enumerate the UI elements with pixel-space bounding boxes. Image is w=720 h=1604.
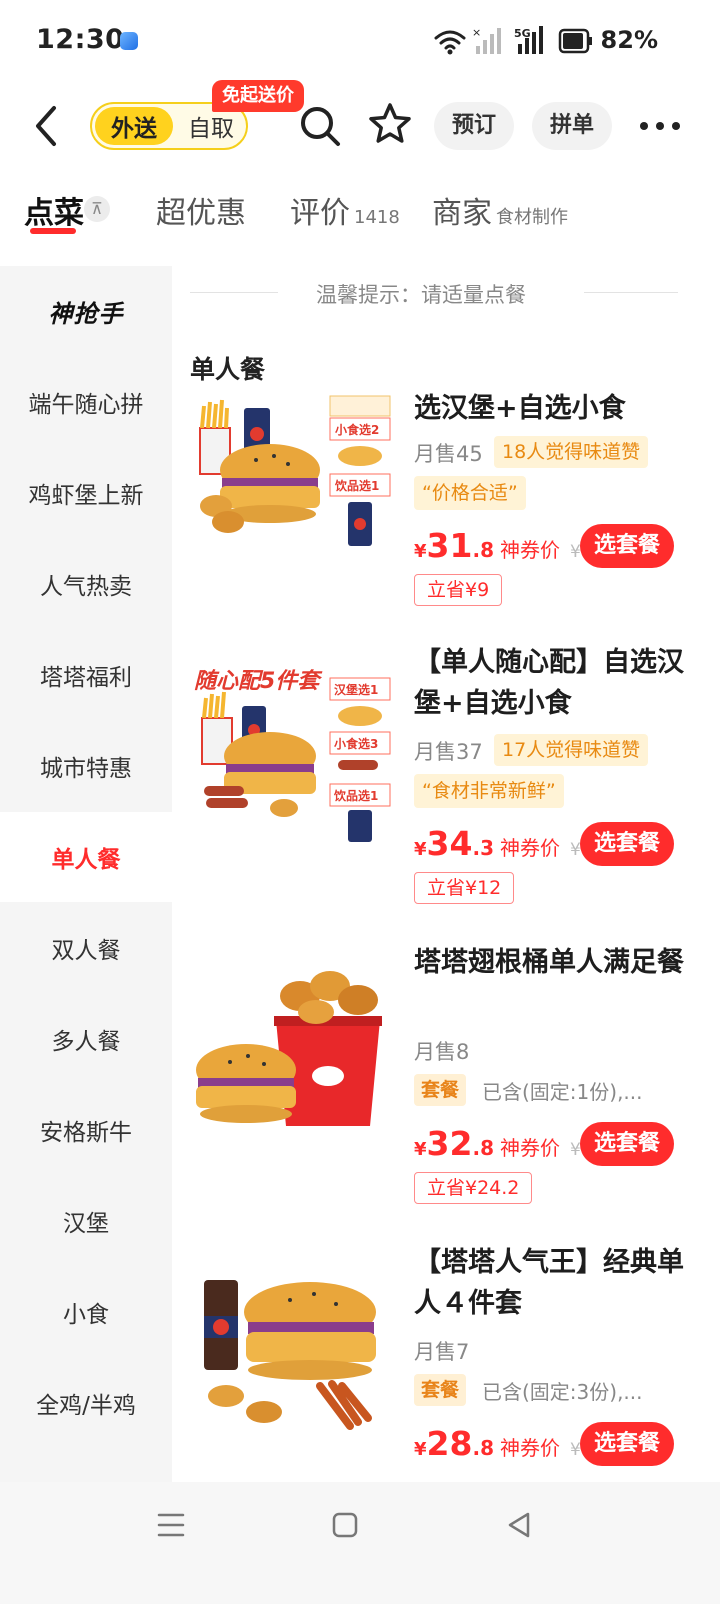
sidebar-item-active[interactable]: 单人餐 xyxy=(0,812,172,902)
tip-divider-right xyxy=(584,292,678,293)
star-favorite-icon[interactable] xyxy=(366,100,414,148)
select-set-button[interactable]: 选套餐 xyxy=(580,1422,674,1466)
wifi-icon xyxy=(434,30,466,50)
tip-divider-left xyxy=(190,292,278,293)
signal-icons: × 5G xyxy=(434,26,592,55)
item-price: ¥31.8 神券价 ¥ xyxy=(414,526,581,565)
savings-tag: 立省¥9 xyxy=(414,574,503,606)
category-sidebar: 神抢手 端午随心拼 鸡虾堡上新 人气热卖 塔塔福利 城市特惠 单人餐 双人餐 多… xyxy=(0,266,172,1482)
item-image[interactable]: 随心配5件套 汉堡选1 小食选3 饮品选1 xyxy=(190,656,394,846)
free-delivery-tag: 免起送价 xyxy=(212,80,304,112)
tab-merchant[interactable]: 商家 食材制作 xyxy=(432,188,568,232)
mode-delivery[interactable]: 外送 xyxy=(95,107,173,145)
sidebar-logo[interactable]: 神抢手 xyxy=(0,266,172,356)
sidebar-item[interactable]: 人气热卖 xyxy=(0,539,172,629)
image-label: 饮品选1 xyxy=(333,788,378,803)
tab-order[interactable]: 点菜 xyxy=(24,188,84,232)
status-time: 12:30 xyxy=(36,24,125,55)
item-image[interactable]: 小食选2 饮品选1 xyxy=(190,394,394,558)
sidebar-item[interactable]: 鸡虾堡上新 xyxy=(0,448,172,538)
battery-percent: 82% xyxy=(600,26,658,54)
menu-item-card[interactable]: 【塔塔人气王】经典单人４件套 月售7 套餐 已含(固定:3份),... ¥28.… xyxy=(190,1240,690,1482)
home-icon[interactable] xyxy=(330,1510,360,1540)
item-sales: 月售45 xyxy=(414,442,483,466)
item-sales: 月售7 xyxy=(414,1340,470,1364)
sidebar-item[interactable]: 城市特惠 xyxy=(0,721,172,811)
back-icon[interactable] xyxy=(504,1510,534,1540)
sidebar-item[interactable]: 多人餐 xyxy=(0,994,172,1084)
svg-text:×: × xyxy=(472,26,481,39)
item-image[interactable] xyxy=(190,1256,394,1446)
item-name[interactable]: 塔塔翅根桶单人满足餐 xyxy=(414,942,684,983)
set-meal-badge: 套餐 xyxy=(414,1074,467,1106)
item-price: ¥34.3 神券价 ¥ xyxy=(414,824,581,863)
back-arrow-icon[interactable] xyxy=(24,100,72,152)
sim2-signal-icon: 5G xyxy=(514,26,543,54)
item-sales: 月售37 xyxy=(414,740,483,764)
tip-text: 温馨提示：请适量点餐 xyxy=(316,283,526,307)
image-label: 小食选3 xyxy=(334,736,378,751)
review-quote: “价格合适” xyxy=(414,476,526,510)
sidebar-item[interactable]: 塔塔福利 xyxy=(0,630,172,720)
tab-deals[interactable]: 超优惠 xyxy=(156,188,246,232)
sidebar-item[interactable]: 汉堡 xyxy=(0,1176,172,1266)
sidebar-item[interactable]: 端午随心拼 xyxy=(0,357,172,447)
mode-pickup[interactable]: 自取 xyxy=(176,107,246,145)
select-set-button[interactable]: 选套餐 xyxy=(580,822,674,866)
sidebar-item[interactable]: 双人餐 xyxy=(0,903,172,993)
item-name[interactable]: 选汉堡+自选小食 xyxy=(414,388,684,429)
savings-tag: 立省¥24.2 xyxy=(414,1172,533,1204)
menu-icon[interactable] xyxy=(156,1510,186,1540)
sim1-signal-icon: × xyxy=(472,26,501,54)
review-quote: “食材非常新鲜” xyxy=(414,774,564,808)
select-set-button[interactable]: 选套餐 xyxy=(580,1122,674,1166)
reserve-button[interactable]: 预订 xyxy=(434,102,515,150)
set-meal-badge: 套餐 xyxy=(414,1374,467,1406)
collapse-icon[interactable]: ⊼ xyxy=(84,196,110,222)
menu-item-card[interactable]: 塔塔翅根桶单人满足餐 月售8 套餐 已含(固定:1份),... ¥32.8 神券价… xyxy=(190,940,690,1210)
image-label: 随心配5件套 xyxy=(194,669,323,694)
more-icon[interactable] xyxy=(636,102,684,150)
item-contents: 已含(固定:1份),... xyxy=(482,1080,643,1104)
praise-tag: 17人觉得味道赞 xyxy=(494,734,649,766)
status-bar: 12:30 × 5G 82% xyxy=(0,0,720,84)
item-image[interactable] xyxy=(190,956,394,1146)
savings-tag: 立省¥12 xyxy=(414,872,515,904)
app-root: 12:30 × 5G 82% 外送 自取 免起送价 预订 拼单 点菜 超优惠 评… xyxy=(0,0,720,1604)
group-order-button[interactable]: 拼单 xyxy=(532,102,613,150)
sidebar-item[interactable]: 小食 xyxy=(0,1267,172,1357)
praise-tag: 18人觉得味道赞 xyxy=(494,436,649,468)
item-contents: 已含(固定:3份),... xyxy=(482,1380,643,1404)
sidebar-item[interactable]: 安格斯牛 xyxy=(0,1085,172,1175)
notification-app-icon xyxy=(120,32,138,50)
image-label: 小食选2 xyxy=(335,422,379,437)
item-price: ¥28.8 神券价 ¥ xyxy=(414,1424,581,1463)
system-nav-bar xyxy=(0,1482,720,1604)
search-icon[interactable] xyxy=(296,102,344,150)
battery-icon xyxy=(558,28,592,54)
image-label: 饮品选1 xyxy=(334,478,379,493)
item-price: ¥32.8 神券价 ¥ xyxy=(414,1124,581,1163)
menu-item-card[interactable]: 随心配5件套 汉堡选1 小食选3 饮品选1 【单人随心配】自选汉堡+自选小食 月… xyxy=(190,640,690,910)
item-name[interactable]: 【单人随心配】自选汉堡+自选小食 xyxy=(414,642,684,724)
item-name[interactable]: 【塔塔人气王】经典单人４件套 xyxy=(414,1242,684,1324)
select-set-button[interactable]: 选套餐 xyxy=(580,524,674,568)
active-tab-indicator xyxy=(30,228,76,234)
sidebar-item[interactable]: 全鸡/半鸡 xyxy=(0,1358,172,1448)
item-sales: 月售8 xyxy=(414,1040,470,1064)
menu-item-card[interactable]: 小食选2 饮品选1 选汉堡+自选小食 月售45 18人觉得味道赞 “价格合适” … xyxy=(190,386,690,616)
image-label: 汉堡选1 xyxy=(334,682,378,697)
section-title: 单人餐 xyxy=(190,355,266,384)
tab-reviews[interactable]: 评价 1418 xyxy=(290,188,400,232)
